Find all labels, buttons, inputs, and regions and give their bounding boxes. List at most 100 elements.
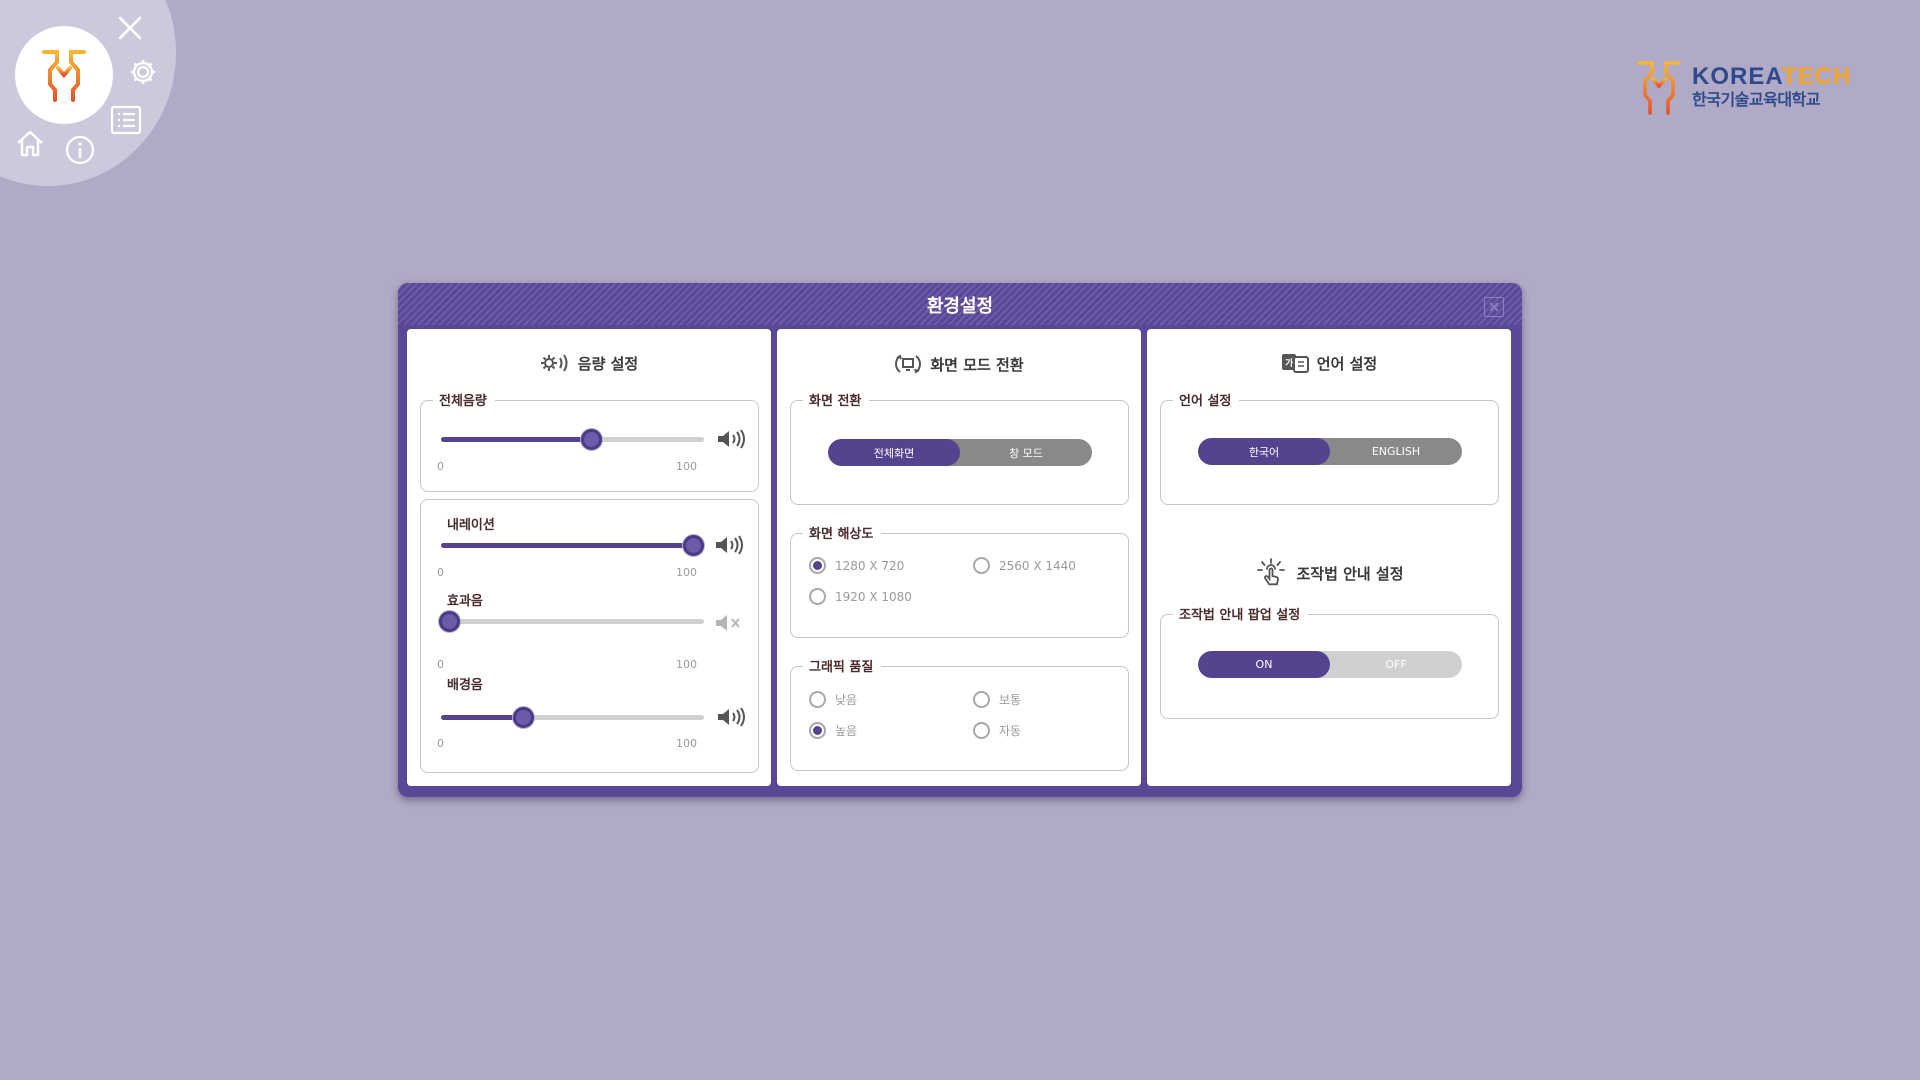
- narration-volume-toggle[interactable]: [714, 534, 744, 556]
- resolution-label: 화면 해상도: [803, 523, 882, 542]
- screen-panel: 화면 모드 전환 화면 전환 전체화면 창 모드 화면 해상도 1280 X 7…: [777, 329, 1141, 786]
- close-menu-button[interactable]: [116, 14, 144, 42]
- scale-min: 0: [437, 460, 444, 473]
- narration-label: 내레이션: [447, 518, 495, 533]
- fullscreen-option[interactable]: 전체화면: [828, 439, 960, 466]
- radio-circle: [973, 557, 990, 574]
- radio-label: 1280 X 720: [835, 558, 905, 573]
- language-panel: 가 언어 설정 언어 설정 한국어 ENGLISH 조작법 안내 설정 조작법 …: [1147, 329, 1511, 786]
- guide-panel-title: 조작법 안내 설정: [1147, 557, 1511, 589]
- dialog-title: 환경설정: [926, 296, 994, 317]
- quality-option-auto[interactable]: 자동: [973, 722, 1021, 739]
- settings-button[interactable]: [127, 56, 159, 88]
- radio-circle: [809, 722, 826, 739]
- brand-name-en: KOREATECH: [1692, 63, 1852, 90]
- screen-panel-title: 화면 모드 전환: [777, 352, 1141, 376]
- radio-label: 높음: [835, 724, 858, 738]
- slider-thumb[interactable]: [580, 429, 602, 450]
- screen-mode-label: 화면 전환: [803, 390, 870, 409]
- brand-logo: KOREATECH 한국기술교육대학교: [1634, 57, 1851, 117]
- radio-label: 2560 X 1440: [999, 558, 1076, 573]
- graphics-quality-label: 그래픽 품질: [803, 656, 882, 675]
- info-icon: [65, 135, 95, 165]
- language-icon: 가: [1281, 354, 1309, 373]
- volume-settings-icon: [540, 354, 568, 372]
- english-option[interactable]: ENGLISH: [1330, 438, 1462, 465]
- volume-icon: [716, 535, 743, 555]
- language-panel-title: 가 언어 설정: [1147, 352, 1511, 374]
- slider-thumb[interactable]: [512, 707, 534, 728]
- bgm-volume-slider[interactable]: [441, 707, 704, 728]
- guide-popup-label: 조작법 안내 팝업 설정: [1173, 604, 1309, 623]
- menu-list-button[interactable]: [109, 103, 143, 137]
- mute-icon: [716, 615, 740, 631]
- brand-emblem-icon: [1637, 61, 1681, 115]
- scale-min: 0: [437, 737, 444, 750]
- scale-max: 100: [676, 460, 697, 473]
- volume-panel-title: 음량 설정: [407, 352, 771, 374]
- svg-text:가: 가: [1285, 357, 1294, 369]
- slider-thumb[interactable]: [683, 535, 705, 556]
- master-volume-slider[interactable]: [441, 429, 704, 450]
- volume-title-text: 음량 설정: [577, 354, 639, 373]
- dialog-close-button[interactable]: [1484, 297, 1504, 317]
- logo-emblem-icon: [42, 50, 86, 102]
- guide-title-text: 조작법 안내 설정: [1296, 564, 1404, 583]
- scale-max: 100: [676, 566, 697, 579]
- radio-circle: [809, 691, 826, 708]
- resolution-option-1920[interactable]: 1920 X 1080: [809, 588, 912, 605]
- volume-icon: [718, 429, 745, 449]
- radio-circle: [973, 691, 990, 708]
- language-toggle[interactable]: 한국어 ENGLISH: [1198, 438, 1462, 465]
- language-group: 언어 설정 한국어 ENGLISH: [1160, 390, 1499, 505]
- guide-popup-toggle[interactable]: ON OFF: [1198, 651, 1462, 678]
- bgm-label: 배경음: [447, 678, 483, 693]
- radio-label: 낮음: [835, 693, 858, 707]
- info-button[interactable]: [63, 133, 97, 167]
- effects-volume-slider[interactable]: [438, 611, 704, 632]
- resolution-option-2560[interactable]: 2560 X 1440: [973, 557, 1076, 574]
- quality-option-high[interactable]: 높음: [809, 722, 857, 739]
- brand-name-ko: 한국기술교육대학교: [1692, 90, 1820, 109]
- radio-circle: [809, 557, 826, 574]
- scale-min: 0: [437, 566, 444, 579]
- list-icon: [110, 105, 142, 135]
- graphics-quality-group: 그래픽 품질 낮음 보통 높음 자동: [790, 656, 1129, 771]
- close-icon: [1489, 302, 1499, 312]
- language-setting-label: 언어 설정: [1173, 390, 1240, 409]
- gear-icon: [131, 60, 155, 84]
- bgm-volume-toggle[interactable]: [716, 706, 746, 728]
- app-logo[interactable]: [15, 26, 113, 124]
- narration-volume-slider[interactable]: [441, 535, 705, 556]
- resolution-group: 화면 해상도 1280 X 720 2560 X 1440 1920 X 108…: [790, 523, 1129, 638]
- guide-on-option[interactable]: ON: [1198, 651, 1330, 678]
- quality-option-low[interactable]: 낮음: [809, 691, 857, 708]
- scale-min: 0: [437, 658, 444, 671]
- home-icon: [17, 130, 43, 157]
- screen-mode-group: 화면 전환 전체화면 창 모드: [790, 390, 1129, 505]
- scale-max: 100: [676, 737, 697, 750]
- window-mode-option[interactable]: 창 모드: [960, 439, 1092, 466]
- quality-option-medium[interactable]: 보통: [973, 691, 1021, 708]
- screen-mode-toggle[interactable]: 전체화면 창 모드: [828, 439, 1092, 466]
- korean-option[interactable]: 한국어: [1198, 438, 1330, 465]
- guide-off-option[interactable]: OFF: [1330, 651, 1462, 678]
- language-title-text: 언어 설정: [1316, 354, 1378, 373]
- volume-panel: 음량 설정 전체음량 0 100 내레이션 0 100 효과음 0 100 배경…: [407, 329, 771, 786]
- radio-circle: [973, 722, 990, 739]
- master-volume-toggle[interactable]: [716, 428, 746, 450]
- dialog-header: 환경설정: [398, 283, 1522, 325]
- touch-guide-icon: [1257, 558, 1286, 586]
- screen-title-text: 화면 모드 전환: [930, 355, 1024, 374]
- home-button[interactable]: [13, 127, 47, 159]
- scale-max: 100: [676, 658, 697, 671]
- radio-circle: [809, 588, 826, 605]
- resolution-option-1280[interactable]: 1280 X 720: [809, 557, 904, 574]
- master-volume-group: 전체음량 0 100: [420, 390, 759, 492]
- effects-volume-toggle[interactable]: [714, 612, 744, 634]
- settings-dialog: 환경설정 음량 설정 전체음량 0 100 내레이션 0 100 효과음 0 1…: [398, 283, 1522, 797]
- screen-mode-icon: [895, 354, 922, 374]
- guide-popup-group: 조작법 안내 팝업 설정 ON OFF: [1160, 604, 1499, 719]
- slider-thumb[interactable]: [438, 611, 460, 632]
- radio-label: 보통: [999, 693, 1022, 707]
